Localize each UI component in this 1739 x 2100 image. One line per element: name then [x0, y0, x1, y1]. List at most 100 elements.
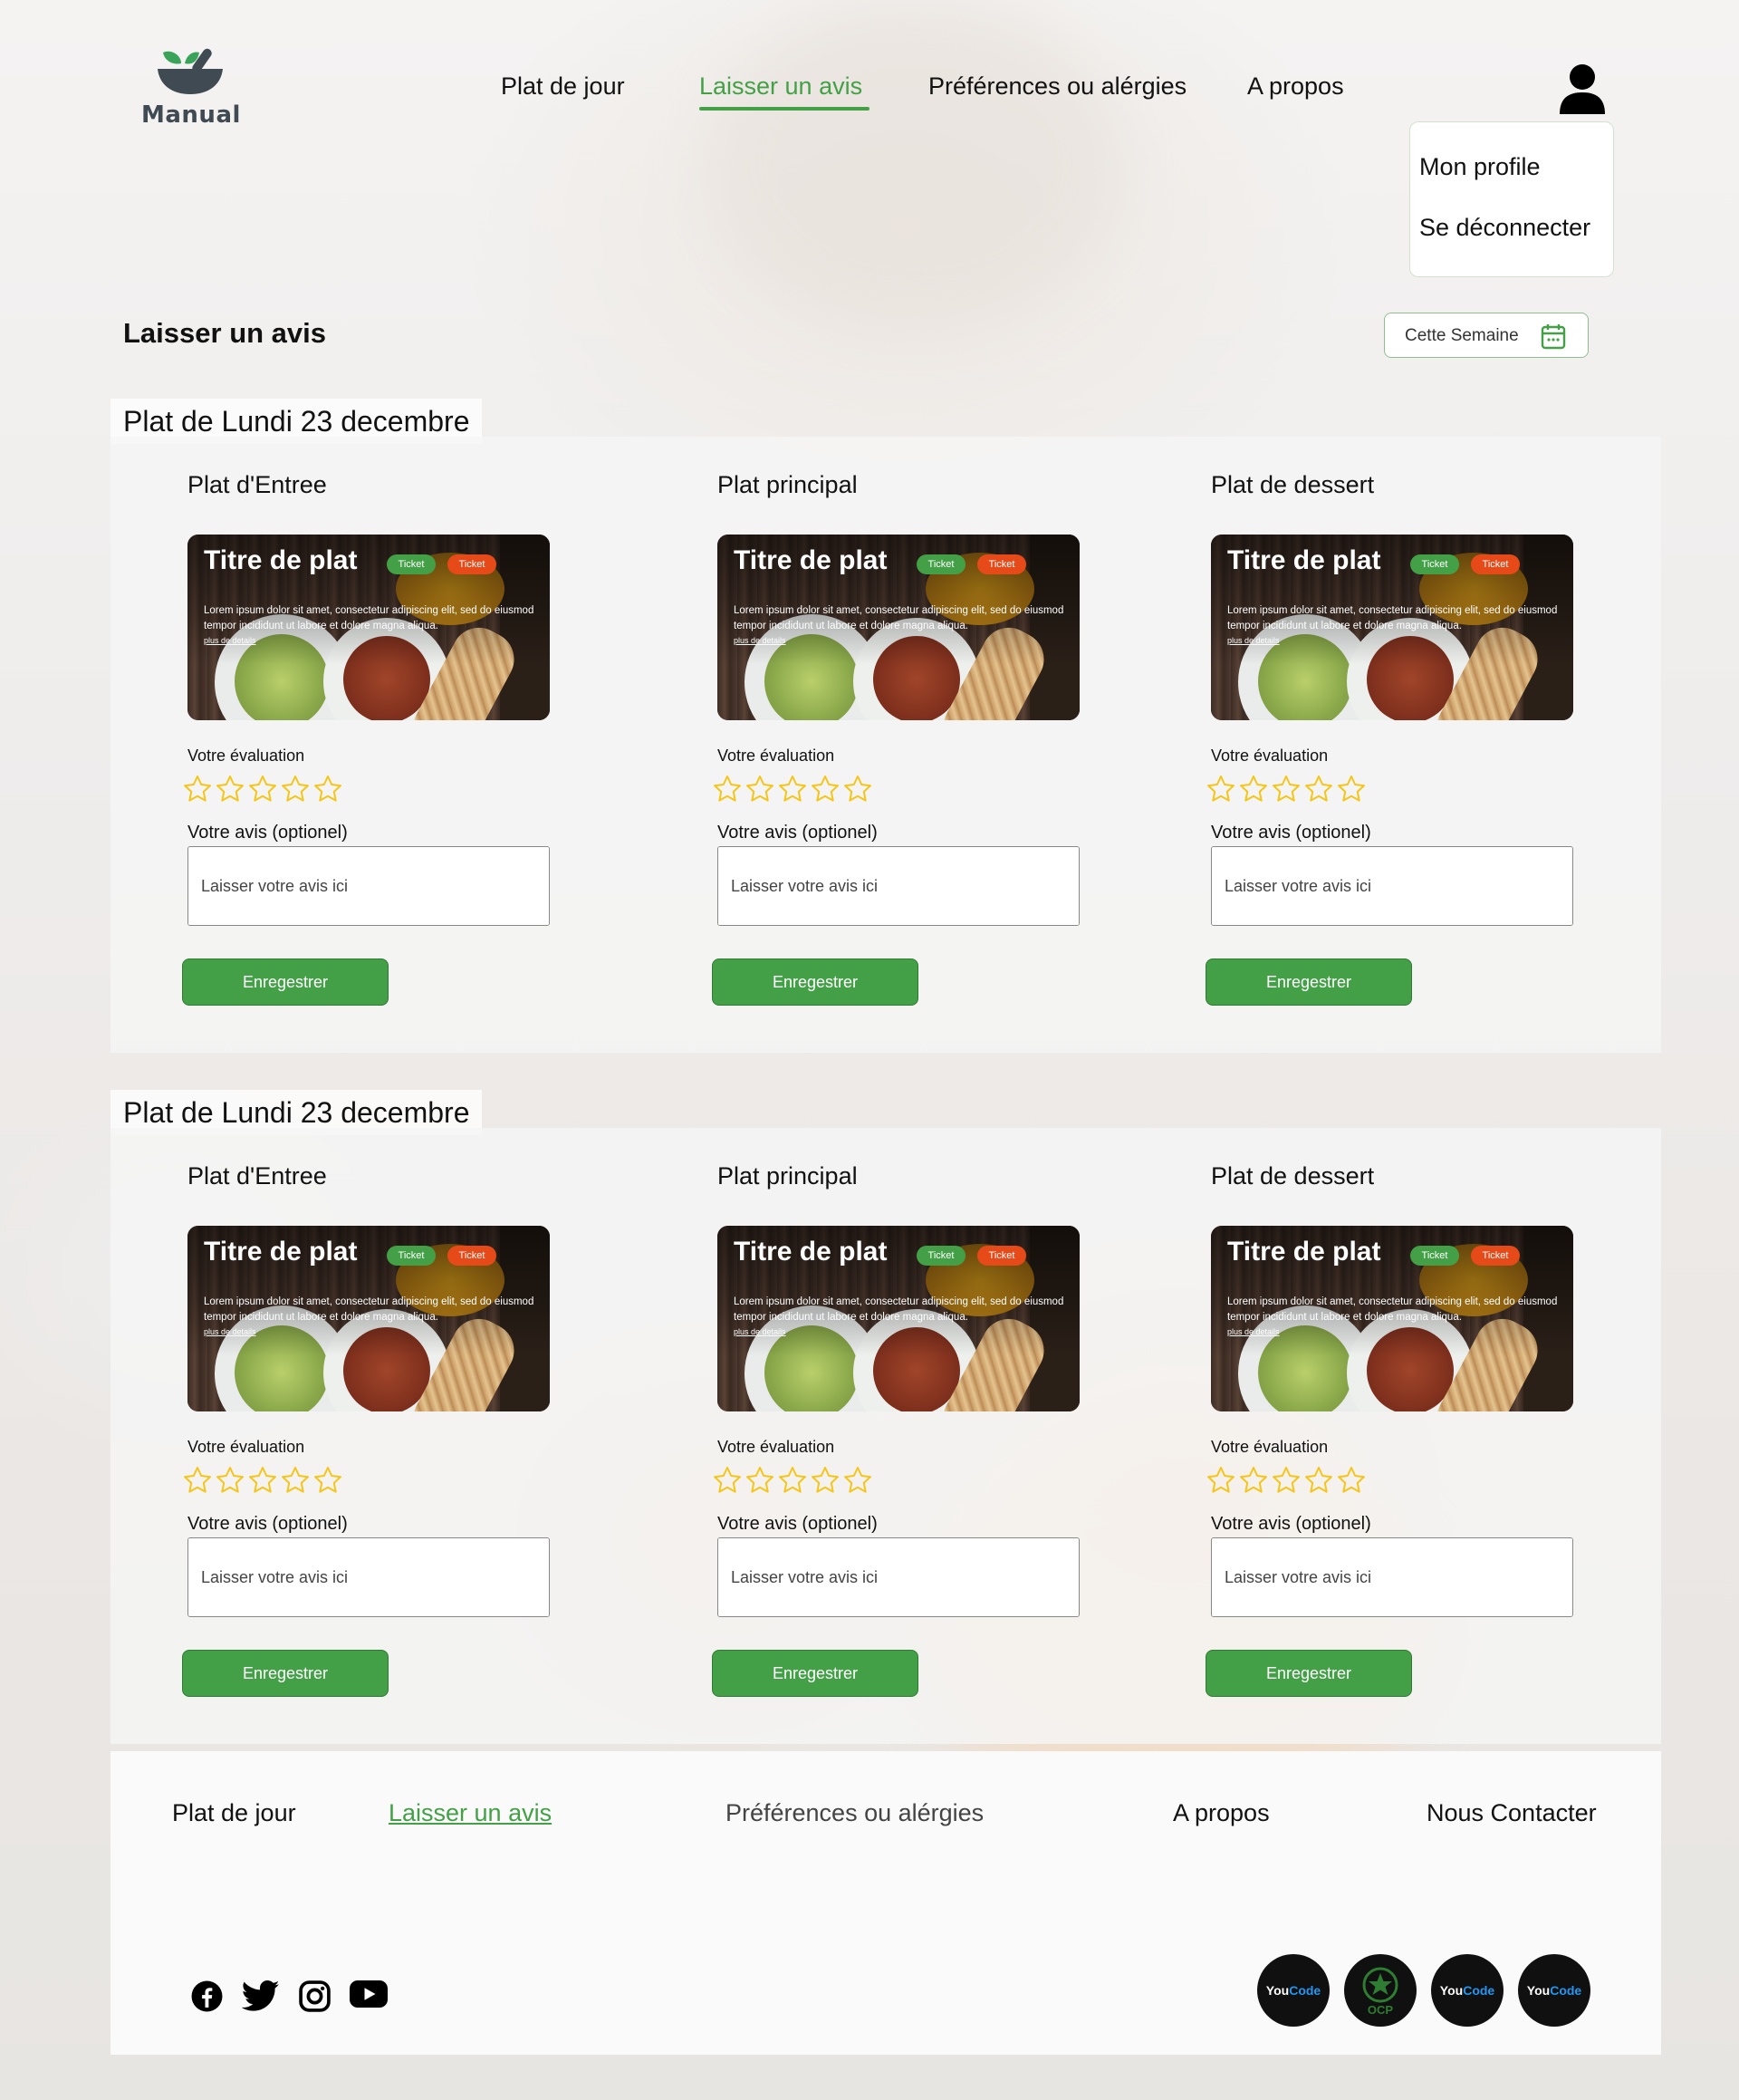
dish-details-link[interactable]: plus de details — [1227, 636, 1280, 645]
nav-plat-de-jour[interactable]: Plat de jour — [501, 72, 625, 101]
dish-card[interactable]: Titre de plat Ticket Ticket Lorem ipsum … — [1211, 535, 1573, 720]
star-icon[interactable] — [1238, 774, 1269, 804]
dish-details-link[interactable]: plus de details — [204, 1327, 256, 1336]
star-rating[interactable] — [1206, 774, 1367, 806]
star-icon[interactable] — [182, 1465, 213, 1496]
star-icon[interactable] — [1206, 774, 1236, 804]
star-rating[interactable] — [182, 774, 343, 806]
save-button[interactable]: Enregestrer — [1206, 1650, 1412, 1697]
user-icon[interactable] — [1558, 63, 1607, 114]
star-icon[interactable] — [312, 774, 343, 804]
course-review-card: Plat d'Entree Titre de plat Ticket Ticke… — [182, 437, 568, 1053]
facebook-icon[interactable] — [190, 1980, 224, 2013]
star-icon[interactable] — [280, 1465, 311, 1496]
opinion-input[interactable] — [1211, 1537, 1573, 1617]
dish-details-link[interactable]: plus de details — [204, 636, 256, 645]
menu-item-profile[interactable]: Mon profile — [1419, 153, 1541, 181]
instagram-icon[interactable] — [298, 1980, 331, 2013]
star-icon[interactable] — [1271, 1465, 1302, 1496]
star-icon[interactable] — [1336, 774, 1367, 804]
star-rating[interactable] — [712, 1465, 873, 1498]
opinion-input[interactable] — [717, 846, 1080, 926]
menu-item-logout[interactable]: Se déconnecter — [1419, 214, 1590, 242]
star-icon[interactable] — [1303, 1465, 1334, 1496]
dish-tag: Ticket — [917, 554, 966, 574]
nav-preferences[interactable]: Préférences ou alérgies — [928, 72, 1187, 101]
star-icon[interactable] — [810, 774, 841, 804]
save-button[interactable]: Enregestrer — [712, 1650, 918, 1697]
star-icon[interactable] — [745, 774, 775, 804]
star-rating[interactable] — [712, 774, 873, 806]
course-review-card: Plat de dessert Titre de plat Ticket Tic… — [1206, 1128, 1591, 1744]
footer: Plat de jour Laisser un avis Préférences… — [110, 1751, 1661, 2055]
youtube-icon[interactable] — [350, 1980, 388, 2013]
dish-tag: Ticket — [977, 554, 1026, 574]
opinion-label: Votre avis (optionel) — [717, 1514, 878, 1534]
dish-details-link[interactable]: plus de details — [1227, 1327, 1280, 1336]
save-button[interactable]: Enregestrer — [182, 1650, 389, 1697]
footer-link-laisser-un-avis[interactable]: Laisser un avis — [389, 1799, 552, 1827]
dish-tag: Ticket — [1471, 1246, 1520, 1266]
partner-logo-ocp: OCP — [1344, 1954, 1417, 2027]
star-icon[interactable] — [712, 774, 743, 804]
dish-card[interactable]: Titre de plat Ticket Ticket Lorem ipsum … — [187, 1226, 550, 1411]
dish-card[interactable]: Titre de plat Ticket Ticket Lorem ipsum … — [717, 1226, 1080, 1411]
dish-card[interactable]: Titre de plat Ticket Ticket Lorem ipsum … — [1211, 1226, 1573, 1411]
star-icon[interactable] — [842, 774, 873, 804]
footer-link-contact[interactable]: Nous Contacter — [1427, 1799, 1597, 1827]
nav-laisser-un-avis[interactable]: Laisser un avis — [699, 72, 862, 101]
dish-details-link[interactable]: plus de details — [734, 636, 786, 645]
save-button[interactable]: Enregestrer — [1206, 958, 1412, 1006]
dish-card[interactable]: Titre de plat Ticket Ticket Lorem ipsum … — [717, 535, 1080, 720]
opinion-input[interactable] — [187, 1537, 550, 1617]
save-button[interactable]: Enregestrer — [182, 958, 389, 1006]
star-icon[interactable] — [712, 1465, 743, 1496]
star-icon[interactable] — [777, 1465, 808, 1496]
rating-label: Votre évaluation — [187, 747, 305, 765]
star-icon[interactable] — [1336, 1465, 1367, 1496]
star-icon[interactable] — [247, 1465, 278, 1496]
star-icon[interactable] — [215, 1465, 245, 1496]
star-icon[interactable] — [810, 1465, 841, 1496]
footer-link-a-propos[interactable]: A propos — [1173, 1799, 1270, 1827]
star-icon[interactable] — [312, 1465, 343, 1496]
star-rating[interactable] — [1206, 1465, 1367, 1498]
logo[interactable]: Manual — [136, 43, 245, 134]
dish-card[interactable]: Titre de plat Ticket Ticket Lorem ipsum … — [187, 535, 550, 720]
star-icon[interactable] — [1206, 1465, 1236, 1496]
opinion-label: Votre avis (optionel) — [1211, 823, 1371, 843]
star-icon[interactable] — [280, 774, 311, 804]
star-icon[interactable] — [215, 774, 245, 804]
star-icon[interactable] — [182, 774, 213, 804]
dish-title: Titre de plat — [204, 1237, 358, 1267]
footer-link-preferences[interactable]: Préférences ou alérgies — [725, 1799, 984, 1827]
star-icon[interactable] — [247, 774, 278, 804]
opinion-label: Votre avis (optionel) — [1211, 1514, 1371, 1534]
star-icon[interactable] — [842, 1465, 873, 1496]
opinion-label: Votre avis (optionel) — [187, 823, 348, 843]
star-icon[interactable] — [1271, 774, 1302, 804]
dish-title: Titre de plat — [1227, 545, 1381, 575]
star-icon[interactable] — [1303, 774, 1334, 804]
week-filter-button[interactable]: Cette Semaine — [1384, 313, 1589, 358]
footer-link-plat-de-jour[interactable]: Plat de jour — [172, 1799, 296, 1827]
opinion-input[interactable] — [1211, 846, 1573, 926]
twitter-icon[interactable] — [241, 1980, 280, 2013]
star-icon[interactable] — [1238, 1465, 1269, 1496]
save-button[interactable]: Enregestrer — [712, 958, 918, 1006]
opinion-input[interactable] — [717, 1537, 1080, 1617]
svg-text:OCP: OCP — [1368, 2003, 1394, 2017]
star-rating[interactable] — [182, 1465, 343, 1498]
course-label: Plat principal — [717, 471, 858, 498]
dish-tag: Ticket — [387, 554, 436, 574]
dish-details-link[interactable]: plus de details — [734, 1327, 786, 1336]
dish-tag: Ticket — [447, 1246, 496, 1266]
rating-label: Votre évaluation — [187, 1438, 305, 1456]
nav-a-propos[interactable]: A propos — [1247, 72, 1344, 101]
star-icon[interactable] — [777, 774, 808, 804]
bg-photo-blur — [706, 0, 1123, 326]
partner-logo-youcode: YouCode — [1257, 1954, 1330, 2027]
dish-description: Lorem ipsum dolor sit amet, consectetur … — [1227, 1296, 1558, 1323]
opinion-input[interactable] — [187, 846, 550, 926]
star-icon[interactable] — [745, 1465, 775, 1496]
